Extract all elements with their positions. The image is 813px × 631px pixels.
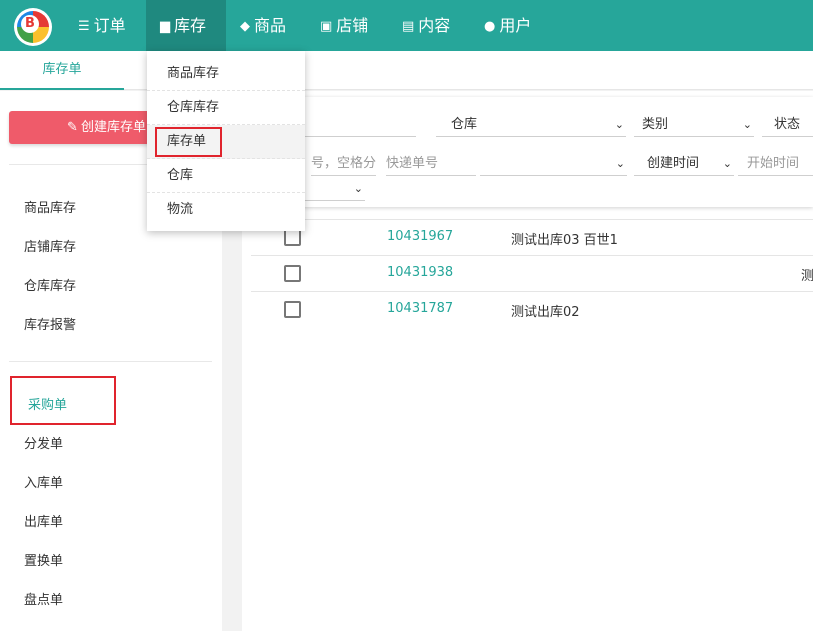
chevron-down-icon: ⌄ — [742, 118, 752, 131]
store-icon: ▆ — [160, 19, 170, 34]
row-checkbox[interactable] — [284, 265, 301, 282]
sidebar-item-stocktake-order[interactable]: 盘点单 — [24, 589, 63, 608]
order-name: 测试出库03 百世1 — [511, 233, 618, 248]
created-time-label: 创建时间 — [647, 156, 700, 171]
nav-shops[interactable]: ▣ 店铺 — [306, 0, 382, 51]
highlight-box — [10, 376, 116, 425]
pencil-icon: ✎ — [67, 120, 78, 135]
sidebar-item-stock-alert[interactable]: 库存报警 — [24, 314, 76, 333]
sidebar-item-distribution-order[interactable]: 分发单 — [24, 433, 63, 452]
row-checkbox[interactable] — [284, 301, 301, 318]
top-nav: B ☰ 订单 ▆ 库存 ◆ 商品 ▣ 店铺 ▤ 内容 ● 用户 — [0, 0, 813, 51]
order-name: 测试出库02 — [511, 305, 580, 320]
order-id-link[interactable]: 10431787 — [387, 301, 453, 316]
menu-item-warehouse[interactable]: 仓库 — [147, 159, 305, 193]
message-icon: ▤ — [402, 19, 415, 34]
status-select-label: 状态 — [774, 117, 801, 132]
sidebar-divider — [9, 361, 212, 362]
sidebar-item-shop-stock[interactable]: 店铺库存 — [24, 236, 76, 255]
status-select[interactable]: 状态 — [762, 113, 813, 137]
chevron-down-icon: ⌄ — [722, 157, 732, 170]
chevron-down-icon: ⌄ — [615, 157, 625, 170]
category-select-label: 类别 — [642, 117, 669, 132]
nav-inventory[interactable]: ▆ 库存 — [146, 0, 226, 51]
row-checkbox[interactable] — [284, 229, 301, 246]
sidebar-item-product-stock[interactable]: 商品库存 — [24, 197, 76, 216]
nav-users-label: 用户 — [499, 16, 532, 35]
users-icon: ● — [484, 19, 496, 34]
created-time-select[interactable]: 创建时间 ⌄ — [634, 152, 734, 176]
tracking-company-select[interactable]: ⌄ — [480, 152, 627, 176]
tracking-number-input[interactable]: 快递单号 — [386, 152, 476, 176]
table-row[interactable]: 10431938 测 — [251, 255, 813, 291]
layers-icon: ◆ — [240, 19, 250, 34]
nav-products[interactable]: ◆ 商品 — [226, 0, 300, 51]
list-icon: ☰ — [78, 19, 90, 34]
extra-filter-select[interactable]: ⌄ — [303, 177, 365, 201]
chevron-down-icon: ⌄ — [353, 182, 363, 195]
tab-bar: 库存单 — [0, 51, 813, 90]
menu-item-warehouse-stock[interactable]: 仓库库存 — [147, 91, 305, 125]
create-inventory-order-button[interactable]: ✎ 创建库存单 — [9, 111, 159, 144]
logo-letter: B — [21, 15, 39, 33]
table-row[interactable]: 10431967 测试出库03 百世1 — [251, 219, 813, 255]
filter-panel: 仓库 ⌄ 类别 ⌄ 状态 号，空格分 快递单号 ⌄ 创建时间 ⌄ 开始时间 ⌄ — [251, 97, 813, 207]
warehouse-select-label: 仓库 — [451, 117, 478, 132]
warehouse-select[interactable]: 仓库 ⌄ — [436, 113, 626, 137]
category-select[interactable]: 类别 ⌄ — [634, 113, 754, 137]
order-id-link[interactable]: 10431967 — [387, 229, 453, 244]
tab-inventory-orders[interactable]: 库存单 — [0, 51, 124, 90]
sidebar-item-exchange-order[interactable]: 置换单 — [24, 550, 63, 569]
table-row[interactable]: 10431787 测试出库02 — [251, 291, 813, 327]
nav-inventory-label: 库存 — [174, 16, 207, 35]
nav-products-label: 商品 — [254, 16, 287, 35]
create-button-label: 创建库存单 — [81, 120, 147, 135]
sidebar-item-warehouse-stock[interactable]: 仓库库存 — [24, 275, 76, 294]
nav-content-label: 内容 — [418, 16, 451, 35]
order-extra: 测 — [801, 269, 813, 284]
shop-icon: ▣ — [320, 19, 333, 34]
sidebar-item-outbound-order[interactable]: 出库单 — [24, 511, 63, 530]
chevron-down-icon: ⌄ — [614, 118, 624, 131]
search-input[interactable]: 号，空格分 — [311, 152, 376, 176]
nav-content[interactable]: ▤ 内容 — [388, 0, 464, 51]
order-id-link[interactable]: 10431938 — [387, 265, 453, 280]
start-time-input[interactable]: 开始时间 — [738, 152, 813, 176]
app-logo[interactable]: B — [14, 8, 52, 46]
nav-users[interactable]: ● 用户 — [470, 0, 545, 51]
nav-orders-label: 订单 — [93, 16, 126, 35]
nav-orders[interactable]: ☰ 订单 — [64, 0, 140, 51]
highlight-box — [155, 127, 222, 157]
nav-shops-label: 店铺 — [336, 16, 369, 35]
menu-item-logistics[interactable]: 物流 — [147, 193, 305, 227]
sidebar-item-inbound-order[interactable]: 入库单 — [24, 472, 63, 491]
main-content: 仓库 ⌄ 类别 ⌄ 状态 号，空格分 快递单号 ⌄ 创建时间 ⌄ 开始时间 ⌄ … — [242, 91, 813, 631]
menu-item-product-stock[interactable]: 商品库存 — [147, 57, 305, 91]
